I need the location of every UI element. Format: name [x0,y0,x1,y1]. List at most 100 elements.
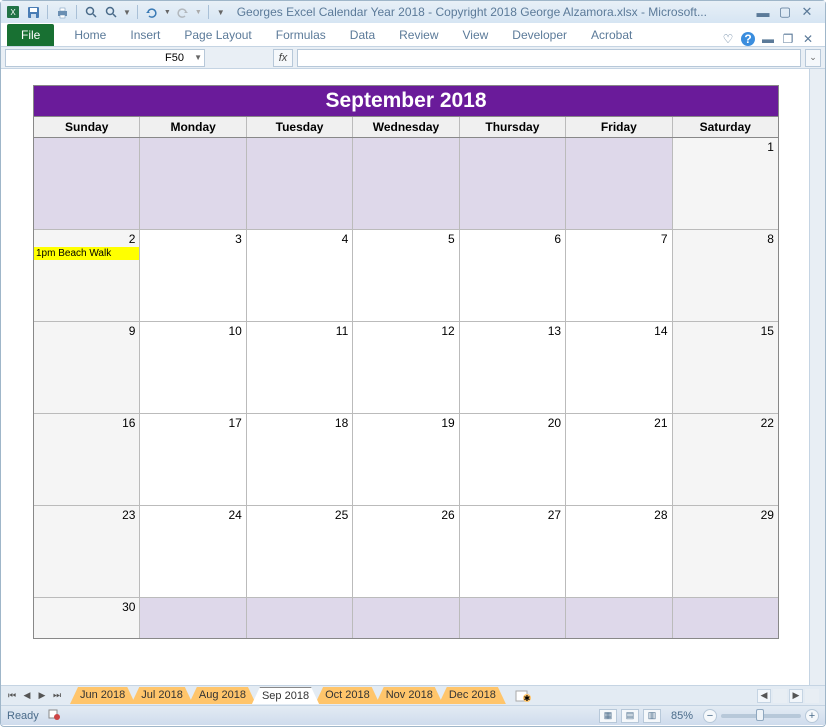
day-header[interactable]: Tuesday [247,117,353,137]
calendar-cell[interactable] [353,138,459,229]
zoom-in-icon[interactable]: + [805,709,819,723]
calendar-cell[interactable]: 1 [673,138,778,229]
calendar-cell[interactable]: 25 [247,506,353,597]
tab-last-icon[interactable]: ⏭ [50,689,64,703]
calendar-cell[interactable] [140,598,246,638]
dropdown-icon[interactable]: ▼ [164,9,171,16]
tab-prev-icon[interactable]: ◀ [20,689,34,703]
tab-next-icon[interactable]: ▶ [35,689,49,703]
ribbon-tab[interactable]: Developer [500,24,579,46]
page-layout-view-icon[interactable]: ▤ [621,709,639,723]
calendar-cell[interactable]: 24 [140,506,246,597]
vertical-scrollbar[interactable] [809,69,825,685]
calendar-cell[interactable]: 7 [566,230,672,321]
ribbon-tab[interactable]: Formulas [264,24,338,46]
zoom-out-icon[interactable]: − [703,709,717,723]
zoom-level[interactable]: 85% [671,710,693,722]
file-tab[interactable]: File [7,24,54,46]
page-break-view-icon[interactable]: ▥ [643,709,661,723]
zoom-thumb[interactable] [756,709,764,721]
sheet-tab[interactable]: Dec 2018 [439,687,506,704]
calendar-cell[interactable] [247,138,353,229]
calendar-cell[interactable]: 28 [566,506,672,597]
new-sheet-icon[interactable]: ✱ [512,689,534,703]
calendar-cell[interactable]: 30 [34,598,140,638]
find-icon[interactable] [83,4,99,20]
tab-first-icon[interactable]: ⏮ [5,689,19,703]
ribbon-tab[interactable]: View [451,24,501,46]
hscroll-track[interactable] [773,689,787,703]
calendar-cell[interactable]: 29 [673,506,778,597]
doc-minimize-icon[interactable]: ▬ [761,32,775,46]
calendar-cell[interactable]: 8 [673,230,778,321]
redo-icon[interactable] [175,4,191,20]
ribbon-minimize-icon[interactable]: ♡ [721,32,735,46]
calendar-title[interactable]: September 2018 [34,86,778,117]
print-icon[interactable] [54,4,70,20]
ribbon-tab[interactable]: Review [387,24,450,46]
ribbon-tab[interactable]: Page Layout [172,24,263,46]
dropdown-icon[interactable]: ▼ [123,8,131,17]
day-header[interactable]: Sunday [34,117,140,137]
calendar-cell[interactable] [566,598,672,638]
doc-restore-icon[interactable]: ❐ [781,32,795,46]
calendar-cell[interactable] [673,598,778,638]
calendar-cell[interactable]: 9 [34,322,140,413]
formula-expand-icon[interactable]: ⌄ [805,49,821,67]
calendar-cell[interactable]: 12 [353,322,459,413]
calendar-cell[interactable] [460,598,566,638]
calendar-cell[interactable]: 18 [247,414,353,505]
save-icon[interactable] [25,4,41,20]
calendar-cell[interactable] [140,138,246,229]
calendar-cell[interactable]: 19 [353,414,459,505]
calendar-cell[interactable]: 26 [353,506,459,597]
zoom-slider[interactable] [721,714,801,718]
calendar-cell[interactable]: 15 [673,322,778,413]
sheet-tab[interactable]: Nov 2018 [376,687,443,704]
ribbon-tab[interactable]: Data [338,24,387,46]
doc-close-icon[interactable]: ✕ [801,32,815,46]
help-icon[interactable]: ? [741,32,755,46]
calendar-cell[interactable] [353,598,459,638]
ribbon-tab[interactable]: Home [62,24,118,46]
close-icon[interactable]: ✕ [799,5,815,19]
calendar-cell[interactable]: 5 [353,230,459,321]
hscroll-right-icon[interactable]: ▶ [789,689,803,703]
calendar-cell[interactable]: 10 [140,322,246,413]
calendar-cell[interactable]: 20 [460,414,566,505]
calendar-cell[interactable] [247,598,353,638]
calendar-cell[interactable] [460,138,566,229]
sheet-tab[interactable]: Sep 2018 [252,687,319,704]
sheet-tab[interactable]: Jun 2018 [70,687,135,704]
find-replace-icon[interactable] [103,4,119,20]
fx-button[interactable]: fx [273,49,293,67]
calendar-cell[interactable] [566,138,672,229]
name-box[interactable]: F50 ▼ [5,49,205,67]
ribbon-tab[interactable]: Insert [118,24,172,46]
undo-icon[interactable] [144,4,160,20]
hscroll-left-icon[interactable]: ◀ [757,689,771,703]
ribbon-tab[interactable]: Acrobat [579,24,644,46]
calendar-cell[interactable]: 6 [460,230,566,321]
calendar-cell[interactable]: 27 [460,506,566,597]
sheet-tab[interactable]: Jul 2018 [131,687,193,704]
sheet-tab[interactable]: Aug 2018 [189,687,256,704]
calendar-cell[interactable]: 11 [247,322,353,413]
sheet-tab[interactable]: Oct 2018 [315,687,380,704]
calendar-cell[interactable]: 13 [460,322,566,413]
calendar-cell[interactable]: 14 [566,322,672,413]
worksheet-area[interactable]: September 2018 SundayMondayTuesdayWednes… [1,69,825,685]
calendar-cell[interactable] [34,138,140,229]
day-header[interactable]: Monday [140,117,246,137]
calendar-cell[interactable]: 17 [140,414,246,505]
day-header[interactable]: Friday [566,117,672,137]
day-header[interactable]: Wednesday [353,117,459,137]
calendar-cell[interactable]: 3 [140,230,246,321]
dropdown-icon[interactable]: ▼ [195,9,202,16]
minimize-icon[interactable]: ▬ [755,5,771,19]
maximize-icon[interactable]: ▢ [777,5,793,19]
day-header[interactable]: Saturday [673,117,778,137]
calendar-cell[interactable]: 23 [34,506,140,597]
macro-record-icon[interactable] [47,707,61,724]
formula-input[interactable] [297,49,801,67]
